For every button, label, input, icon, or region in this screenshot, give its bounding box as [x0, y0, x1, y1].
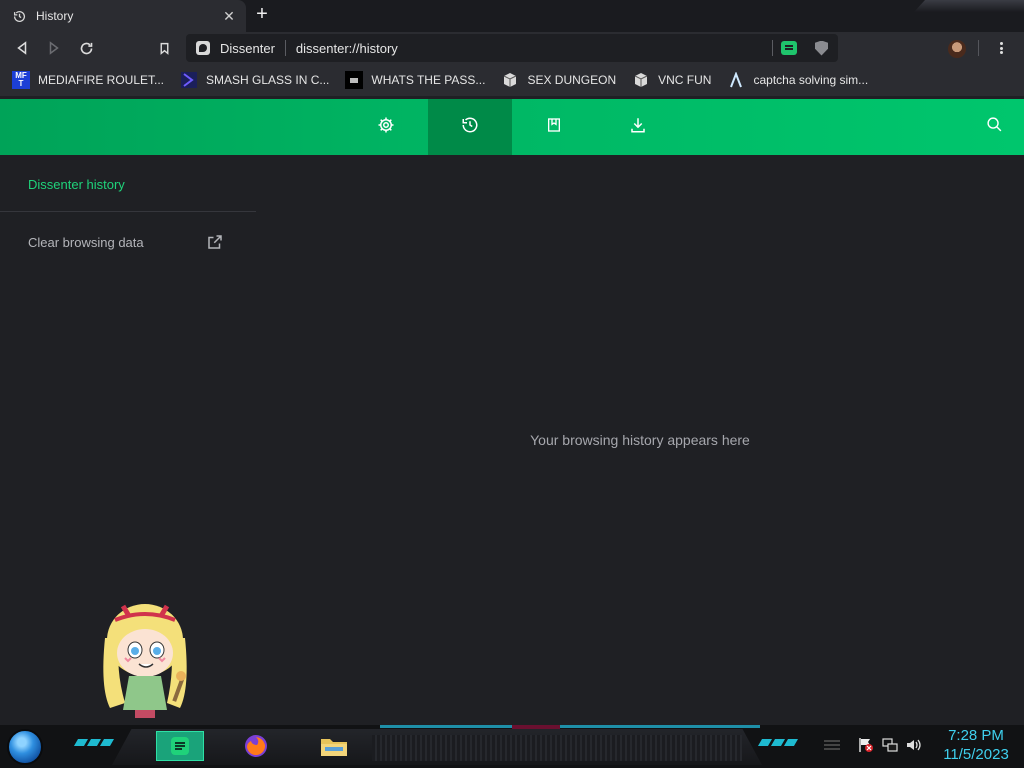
bookmark-label: VNC FUN: [658, 73, 712, 87]
tab-history[interactable]: History ✕: [0, 0, 246, 32]
network-icon[interactable]: [882, 737, 898, 753]
clear-browsing-data-label: Clear browsing data: [28, 234, 144, 250]
bookmark-label: SMASH GLASS IN C...: [206, 73, 330, 87]
bookmark-label: WHATS THE PASS...: [371, 73, 486, 87]
bookmark-label: SEX DUNGEON: [527, 73, 617, 87]
bookmark-item[interactable]: WHATS THE PASS...: [345, 71, 485, 89]
os-taskbar: 7:28 PM 11/5/2023: [0, 725, 1024, 768]
bookmark-item[interactable]: SEX DUNGEON: [501, 71, 616, 89]
dissenter-app-icon[interactable]: [156, 731, 204, 761]
bookmarks-bar: MF T MEDIAFIRE ROULET... SMASH GLASS IN …: [0, 64, 1024, 96]
external-link-icon: [206, 233, 224, 251]
cube-icon: [632, 71, 650, 89]
bookmark-item[interactable]: MF T MEDIAFIRE ROULET...: [12, 71, 164, 89]
bookmark-label: captcha solving sim...: [753, 73, 869, 87]
address-bar[interactable]: Dissenter dissenter://history: [186, 34, 838, 62]
reload-button[interactable]: [76, 38, 96, 58]
clear-browsing-data-link[interactable]: Clear browsing data: [28, 233, 224, 251]
avatar[interactable]: [948, 40, 966, 58]
clock-date[interactable]: 11/5/2023: [936, 746, 1016, 763]
file-explorer-icon[interactable]: [310, 731, 358, 761]
lambda-icon: [727, 71, 745, 89]
downloads-nav-button[interactable]: [596, 99, 680, 155]
mediafire-icon: MF T: [12, 71, 30, 89]
start-button[interactable]: [7, 729, 43, 765]
back-button[interactable]: [12, 38, 32, 58]
history-icon: [12, 9, 26, 23]
bookmarks-nav-button[interactable]: [512, 99, 596, 155]
taskbar-accent-line: [380, 725, 760, 728]
tab-title: History: [36, 9, 74, 23]
bookmark-label: MEDIAFIRE ROULET...: [38, 73, 165, 87]
download-icon: [629, 116, 647, 139]
browser-toolbar: Dissenter dissenter://history: [0, 32, 1024, 64]
bookmark-item[interactable]: VNC FUN: [632, 71, 711, 89]
bookmark-icon[interactable]: [154, 38, 174, 58]
omnibox-divider: [284, 40, 286, 56]
gear-icon: [377, 116, 395, 139]
dissenter-site-icon: [196, 41, 210, 55]
dissenter-nav-header: [0, 99, 1024, 155]
search-icon: [986, 116, 1003, 138]
taskbar-hatch-decoration: [372, 735, 742, 761]
bookmark-item[interactable]: SMASH GLASS IN C...: [180, 71, 329, 89]
kebab-menu-icon[interactable]: [996, 42, 1006, 54]
action-center-flag-icon[interactable]: [858, 737, 874, 753]
close-tab-icon[interactable]: ✕: [222, 8, 236, 25]
taskbar-app-band: [112, 729, 762, 765]
taskbar-chevron-decoration: [757, 739, 799, 747]
clock-time[interactable]: 7:28 PM: [936, 727, 1016, 744]
site-name: Dissenter: [220, 40, 275, 56]
new-tab-button[interactable]: +: [252, 4, 272, 25]
window-frame-accent: [914, 0, 1024, 12]
empty-history-message: Your browsing history appears here: [530, 432, 750, 448]
toolbar-divider: [978, 40, 979, 56]
shield-icon[interactable]: [815, 40, 828, 56]
history-icon: [461, 116, 479, 139]
extension-divider: [772, 40, 773, 56]
taskbar-chevron-decoration: [73, 739, 115, 747]
sidebar-divider: [0, 211, 256, 212]
bookmarks-icon: [546, 116, 562, 139]
sidebar-title[interactable]: Dissenter history: [28, 177, 125, 192]
forward-button[interactable]: [44, 38, 64, 58]
chevron-logo-icon: [180, 71, 198, 89]
cube-icon: [501, 71, 519, 89]
desktop-mascot-character: [103, 604, 187, 718]
firefox-icon[interactable]: [232, 731, 280, 761]
volume-icon[interactable]: [905, 737, 921, 753]
tab-strip: History ✕ +: [0, 0, 1024, 32]
dark-site-icon: [345, 71, 364, 89]
search-button[interactable]: [952, 99, 1024, 155]
settings-nav-button[interactable]: [344, 99, 428, 155]
show-desktop-icon[interactable]: [822, 737, 840, 753]
bookmark-item[interactable]: captcha solving sim...: [727, 71, 868, 89]
url-text[interactable]: dissenter://history: [296, 41, 772, 56]
dissenter-comment-icon[interactable]: [781, 41, 797, 55]
history-nav-button[interactable]: [428, 99, 512, 155]
